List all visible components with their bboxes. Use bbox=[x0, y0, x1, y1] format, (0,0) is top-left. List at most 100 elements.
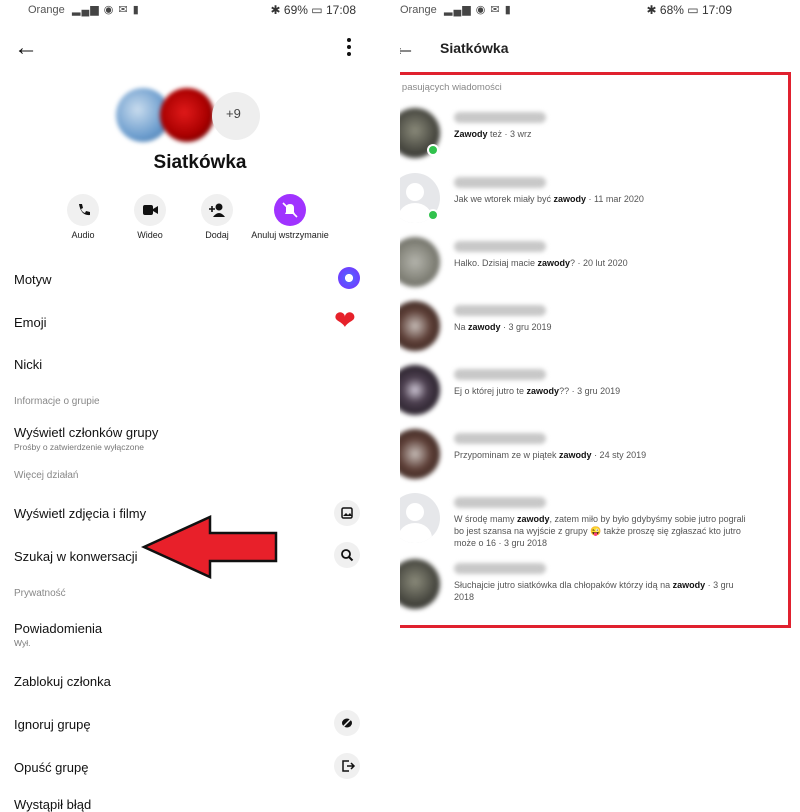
avatar bbox=[400, 559, 440, 609]
search-result-item[interactable]: W środę mamy zawody, zatem miło by było … bbox=[400, 493, 770, 553]
unmute-label: Anuluj wstrzymanie bbox=[251, 230, 329, 240]
battery-icon: ▭ bbox=[311, 3, 326, 17]
matched-keyword: zawody bbox=[468, 322, 501, 332]
emoji-label: Emoji bbox=[14, 315, 47, 330]
snippet-text-before: W środę mamy bbox=[454, 514, 518, 524]
theme-label: Motyw bbox=[14, 272, 52, 287]
section-group-info: Informacje o grupie bbox=[14, 396, 100, 407]
sender-name-blurred bbox=[454, 497, 546, 508]
sender-name-blurred bbox=[454, 241, 546, 252]
report-problem-label: Wystąpił błąd bbox=[14, 797, 92, 812]
matched-keyword: zawody bbox=[537, 258, 571, 268]
matched-keyword: zawody bbox=[559, 450, 592, 460]
message-snippet: Na zawody · 3 gru 2019 bbox=[454, 321, 754, 333]
leave-group-row[interactable]: Opuść grupę bbox=[14, 760, 380, 775]
more-members-count: +9 bbox=[226, 106, 241, 121]
snippet-text-after: też · 3 wrz bbox=[487, 129, 532, 139]
view-members-sublabel: Prośby o zatwierdzenie wyłączone bbox=[14, 442, 144, 452]
add-member-button[interactable]: Dodaj bbox=[177, 194, 257, 240]
matched-keyword: zawody bbox=[672, 580, 706, 590]
avatar bbox=[400, 237, 440, 287]
sender-name-blurred bbox=[454, 305, 546, 316]
snippet-text-before: Halko. Dzisiaj macie bbox=[454, 258, 538, 268]
carrier-label: Orange bbox=[400, 4, 437, 16]
search-result-item[interactable]: Przypominam ze w piątek zawody · 24 sty … bbox=[400, 429, 770, 489]
ignore-group-row[interactable]: Ignoruj grupę bbox=[14, 717, 380, 732]
message-snippet: W środę mamy zawody, zatem miło by było … bbox=[454, 513, 754, 549]
avatar bbox=[400, 301, 440, 351]
more-options-icon[interactable] bbox=[344, 36, 354, 60]
signal-icon: ▂▄▆ ◉ ✉ ▮ bbox=[444, 4, 512, 16]
snippet-text-after: ? · 20 lut 2020 bbox=[570, 258, 628, 268]
notifications-row[interactable]: Powiadomienia Wył. bbox=[14, 621, 380, 648]
back-arrow-icon[interactable]: ← bbox=[400, 36, 416, 60]
group-title: Siatkówka bbox=[153, 152, 247, 173]
battery-icon: ▭ bbox=[687, 3, 702, 17]
snippet-text-before: Jak we wtorek miały być bbox=[454, 194, 554, 204]
section-privacy: Prywatność bbox=[14, 588, 66, 599]
snippet-text-before: Słuchajcie jutro siatkówka dla chłopaków… bbox=[454, 580, 673, 590]
online-status-dot bbox=[427, 209, 439, 221]
theme-color-icon bbox=[338, 267, 360, 289]
online-status-dot bbox=[427, 144, 439, 156]
search-result-item[interactable]: Na zawody · 3 gru 2019 bbox=[400, 301, 770, 361]
page-title: Siatkówka bbox=[440, 40, 509, 56]
search-result-item[interactable]: Ej o której jutro te zawody?? · 3 gru 20… bbox=[400, 365, 770, 425]
message-snippet: Słuchajcie jutro siatkówka dla chłopaków… bbox=[454, 579, 754, 603]
nicknames-row[interactable]: Nicki bbox=[14, 357, 380, 372]
bluetooth-icon: ✱ bbox=[270, 3, 284, 17]
more-members-badge: +9 bbox=[212, 92, 260, 140]
section-more-actions: Więcej działań bbox=[14, 470, 79, 481]
battery-label: 68% bbox=[659, 3, 684, 17]
status-right: ✱ 68% ▭ 17:09 bbox=[647, 3, 732, 17]
block-member-label: Zablokuj członka bbox=[14, 674, 111, 689]
search-result-item[interactable]: Halko. Dzisiaj macie zawody? · 20 lut 20… bbox=[400, 237, 770, 297]
search-result-item[interactable]: Zawody też · 3 wrz bbox=[400, 108, 770, 168]
group-settings-screen: Orange ▂▄▆ ◉ ✉ ▮ ✱ 69% ▭ 17:08 ← +9 Siat… bbox=[0, 0, 400, 812]
ignore-group-label: Ignoruj grupę bbox=[14, 717, 91, 732]
matched-keyword: zawody bbox=[517, 514, 550, 524]
sender-name-blurred bbox=[454, 112, 546, 123]
phone-icon bbox=[67, 194, 99, 226]
message-snippet: Halko. Dzisiaj macie zawody? · 20 lut 20… bbox=[454, 257, 754, 269]
view-members-label: Wyświetl członków grupy bbox=[14, 425, 159, 440]
member-avatar bbox=[160, 88, 214, 142]
search-conversation-label: Szukaj w konwersacji bbox=[14, 549, 138, 564]
red-pointer-arrow-icon bbox=[140, 515, 278, 579]
search-result-item[interactable]: Słuchajcie jutro siatkówka dla chłopaków… bbox=[400, 559, 770, 619]
leave-group-label: Opuść grupę bbox=[14, 760, 89, 775]
message-snippet: Przypominam ze w piątek zawody · 24 sty … bbox=[454, 449, 754, 461]
block-member-row[interactable]: Zablokuj członka bbox=[14, 674, 380, 689]
report-problem-row[interactable]: Wystąpił błąd bbox=[14, 797, 380, 812]
back-arrow-icon[interactable]: ← bbox=[14, 36, 38, 60]
signal-icon: ▂▄▆ ◉ ✉ ▮ bbox=[72, 4, 140, 16]
snippet-text-after: · 24 sty 2019 bbox=[591, 450, 647, 460]
avatar bbox=[400, 365, 440, 415]
emoji-row[interactable]: Emoji bbox=[14, 315, 380, 330]
status-right: ✱ 69% ▭ 17:08 bbox=[271, 3, 356, 17]
search-result-item[interactable]: Jak we wtorek miały być zawody · 11 mar … bbox=[400, 173, 770, 233]
view-members-row[interactable]: Wyświetl członków grupy Prośby o zatwier… bbox=[14, 425, 380, 452]
conversation-search-results-screen: Orange ▂▄▆ ◉ ✉ ▮ ✱ 68% ▭ 17:09 ← Siatków… bbox=[400, 0, 800, 812]
leave-icon bbox=[334, 753, 360, 779]
avatar bbox=[400, 429, 440, 479]
notifications-label: Powiadomienia bbox=[14, 621, 103, 636]
matches-count: 8 pasujących wiadomości bbox=[400, 82, 502, 93]
ignore-icon bbox=[334, 710, 360, 736]
heart-icon: ❤ bbox=[334, 305, 356, 335]
sender-name-blurred bbox=[454, 369, 546, 380]
status-bar: Orange ▂▄▆ ◉ ✉ ▮ ✱ 68% ▭ 17:09 bbox=[400, 0, 800, 22]
group-avatar: +9 bbox=[112, 86, 272, 142]
status-bar: Orange ▂▄▆ ◉ ✉ ▮ ✱ 69% ▭ 17:08 bbox=[0, 0, 400, 22]
image-icon bbox=[334, 500, 360, 526]
snippet-text-after: ?? · 3 gru 2019 bbox=[559, 386, 621, 396]
avatar bbox=[400, 493, 440, 543]
matched-keyword: Zawody bbox=[454, 129, 488, 139]
add-label: Dodaj bbox=[205, 230, 229, 240]
theme-row[interactable]: Motyw bbox=[14, 272, 380, 287]
add-person-icon bbox=[201, 194, 233, 226]
matched-keyword: zawody bbox=[526, 386, 560, 396]
snippet-text-after: · 3 gru 2019 bbox=[500, 322, 552, 332]
unmute-button[interactable]: Anuluj wstrzymanie bbox=[250, 194, 330, 240]
matched-keyword: zawody bbox=[553, 194, 587, 204]
